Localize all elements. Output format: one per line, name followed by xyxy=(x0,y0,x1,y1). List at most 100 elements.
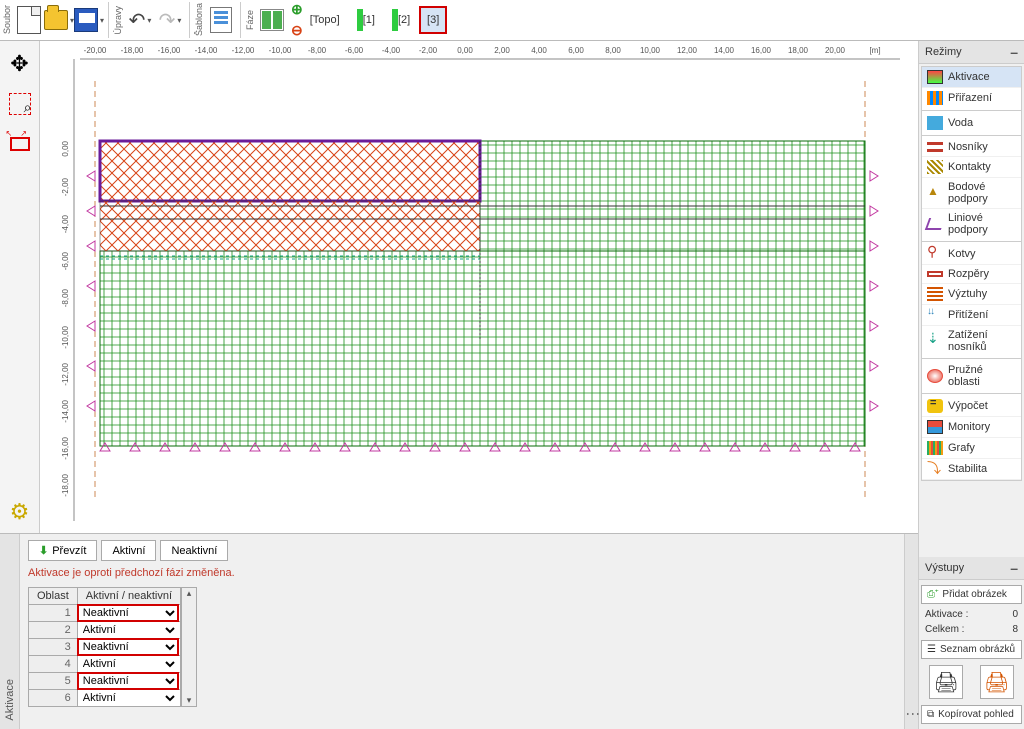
mode-zatížení-nosníků[interactable]: Zatížení nosníků xyxy=(922,326,1021,359)
mode-bodové-podpory[interactable]: Bodové podpory xyxy=(922,178,1021,209)
row-index: 6 xyxy=(29,690,78,707)
aktivni-button[interactable]: Aktivní xyxy=(101,540,156,561)
mode-rozpěry[interactable]: Rozpěry xyxy=(922,265,1021,284)
table-scrollbar[interactable]: ▴▾ xyxy=(181,587,197,707)
activation-warning: Aktivace je oproti předchozí fázi změněn… xyxy=(28,567,896,579)
row-index: 2 xyxy=(29,622,78,639)
mi-nos-icon xyxy=(927,142,943,152)
inactive-region-2 xyxy=(100,201,480,251)
mode-liniové-podpory[interactable]: Liniové podpory xyxy=(922,209,1021,242)
neaktivni-button[interactable]: Neaktivní xyxy=(160,540,228,561)
state-select[interactable]: AktivníNeaktivní xyxy=(78,690,178,706)
mi-kont-icon xyxy=(927,160,943,174)
table-row: 3AktivníNeaktivní xyxy=(29,639,181,656)
accept-icon: ⬇ xyxy=(39,544,48,557)
svg-text:-8,00: -8,00 xyxy=(308,46,327,55)
pan-tool[interactable]: ✥ xyxy=(5,49,35,79)
svg-text:-18,00: -18,00 xyxy=(61,473,70,496)
state-select[interactable]: AktivníNeaktivní xyxy=(78,656,178,672)
state-select[interactable]: AktivníNeaktivní xyxy=(78,639,178,655)
phase-2[interactable]: [2] xyxy=(384,6,415,34)
redo-button[interactable]: ↷▾ xyxy=(155,2,185,38)
phase-3[interactable]: [3] xyxy=(419,6,447,34)
svg-text:12,00: 12,00 xyxy=(677,46,698,55)
svg-text:16,00: 16,00 xyxy=(751,46,772,55)
svg-text:20,00: 20,00 xyxy=(825,46,846,55)
svg-text:-6,00: -6,00 xyxy=(61,251,70,270)
state-select[interactable]: AktivníNeaktivní xyxy=(78,622,178,638)
mi-prit-icon xyxy=(927,308,943,322)
fit-view-tool[interactable] xyxy=(5,129,35,159)
row-index: 4 xyxy=(29,656,78,673)
picture-list-button[interactable]: ☰Seznam obrázků xyxy=(921,640,1022,659)
mode-přitížení[interactable]: Přitížení xyxy=(922,305,1021,326)
svg-text:-2,00: -2,00 xyxy=(419,46,438,55)
phase-1[interactable]: [1] xyxy=(349,6,380,34)
copy-view-button[interactable]: ⧉Kopírovat pohled xyxy=(921,705,1022,724)
mode-voda[interactable]: Voda xyxy=(922,113,1021,136)
svg-text:-8,00: -8,00 xyxy=(61,288,70,307)
state-select[interactable]: AktivníNeaktivní xyxy=(78,673,178,689)
faze-label: Fáze xyxy=(245,10,255,30)
minimize-button[interactable]: – xyxy=(1010,44,1018,60)
svg-text:6,00: 6,00 xyxy=(568,46,584,55)
row-index: 5 xyxy=(29,673,78,690)
mode-grafy[interactable]: Grafy xyxy=(922,438,1021,459)
settings-button[interactable]: ⚙ xyxy=(5,497,35,527)
phase-list-button[interactable] xyxy=(257,2,287,38)
mode-výztuhy[interactable]: Výztuhy xyxy=(922,284,1021,305)
mode-kotvy[interactable]: Kotvy xyxy=(922,244,1021,265)
new-file-button[interactable] xyxy=(14,2,44,38)
add-picture-button[interactable]: ⎙⁺Přidat obrázek xyxy=(921,585,1022,604)
zoom-area-tool[interactable] xyxy=(5,89,35,119)
svg-text:-16,00: -16,00 xyxy=(61,436,70,459)
save-file-button[interactable]: ▾ xyxy=(74,2,104,38)
prevzit-button[interactable]: ⬇Převzít xyxy=(28,540,97,561)
mi-kot-icon xyxy=(927,247,943,261)
print-color-button[interactable]: 🖨 xyxy=(980,665,1014,699)
mi-zat-icon xyxy=(927,334,943,348)
svg-text:-6,00: -6,00 xyxy=(345,46,364,55)
phase-remove-button[interactable]: ⊖ xyxy=(291,22,303,39)
mode-výpočet[interactable]: Výpočet xyxy=(922,396,1021,417)
chevron-down-icon: ▾ xyxy=(100,16,104,25)
phase-add-remove: ⊕ ⊖ xyxy=(291,1,303,39)
bottom-tab[interactable]: Aktivace xyxy=(0,534,20,729)
drawing-canvas[interactable]: -20,00-18,00-16,00 -14,00-12,00-10,00 -8… xyxy=(40,41,918,533)
bottom-panel: Aktivace ⬇Převzít Aktivní Neaktivní Akti… xyxy=(0,533,918,729)
svg-text:-10,00: -10,00 xyxy=(61,325,70,348)
mi-lin-icon xyxy=(925,218,945,230)
outputs-panel: ⎙⁺Přidat obrázek Aktivace :0 Celkem :8 ☰… xyxy=(921,582,1022,727)
open-file-button[interactable]: ▾ xyxy=(44,2,74,38)
template-icon xyxy=(210,7,232,33)
mode-pružné-oblasti[interactable]: Pružné oblasti xyxy=(922,361,1021,394)
mode-monitory[interactable]: Monitory xyxy=(922,417,1021,438)
sablona-label: Šablona xyxy=(194,3,204,36)
mi-mon-icon xyxy=(927,420,943,434)
template-button[interactable] xyxy=(206,2,236,38)
svg-text:-14,00: -14,00 xyxy=(61,399,70,422)
phase-topo[interactable]: [Topo] xyxy=(305,6,345,34)
mode-kontakty[interactable]: Kontakty xyxy=(922,157,1021,178)
print-button[interactable]: 🖨 xyxy=(929,665,963,699)
mode-stabilita[interactable]: Stabilita xyxy=(922,459,1021,480)
mi-pru-icon xyxy=(927,369,943,383)
mode-přiřazení[interactable]: Přiřazení xyxy=(922,88,1021,111)
bottom-collapse[interactable]: ⋮ xyxy=(904,534,918,729)
printer-color-icon: 🖨 xyxy=(984,670,1009,695)
col-oblast: Oblast xyxy=(29,588,78,605)
mode-aktivace[interactable]: Aktivace xyxy=(922,67,1021,88)
svg-text:0,00: 0,00 xyxy=(61,140,70,156)
undo-button[interactable]: ↶▾ xyxy=(125,2,155,38)
minimize-button[interactable]: – xyxy=(1010,560,1018,576)
mode-nosníky[interactable]: Nosníky xyxy=(922,138,1021,157)
svg-text:14,00: 14,00 xyxy=(714,46,735,55)
outputs-header: Výstupy – xyxy=(919,557,1024,580)
svg-text:-12,00: -12,00 xyxy=(61,362,70,385)
active-mesh-region xyxy=(100,251,865,446)
state-select[interactable]: AktivníNeaktivní xyxy=(78,605,178,621)
svg-text:-4,00: -4,00 xyxy=(382,46,401,55)
open-folder-icon xyxy=(44,10,68,30)
phase-add-button[interactable]: ⊕ xyxy=(291,1,303,18)
right-panel: Režimy – AktivacePřiřazeníVodaNosníkyKon… xyxy=(918,41,1024,729)
